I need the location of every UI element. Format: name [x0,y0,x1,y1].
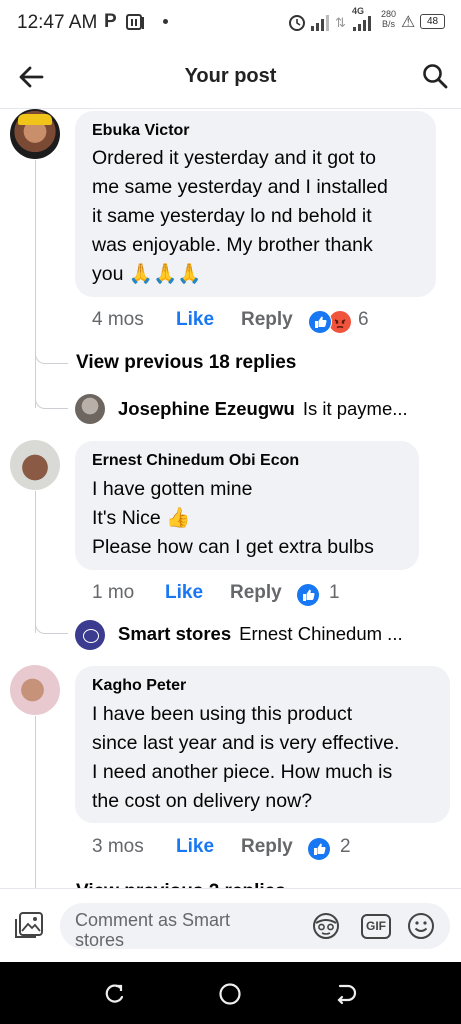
reply-preview[interactable]: Smart stores Ernest Chinedum ... [118,623,403,645]
signal-icon-2 [353,16,371,31]
signal-icon [311,15,329,31]
comment-actions: 4 mos [92,309,144,331]
reply-author: Josephine Ezeugwu [118,398,295,419]
like-button[interactable]: Like [165,582,203,604]
comment-text: I have gotten mine It's Nice 👍 Please ho… [92,475,417,562]
sim-manager-icon [126,14,144,30]
notification-dot [163,19,168,24]
reply-button[interactable]: Reply [241,836,293,858]
like-reaction-icon [308,310,332,334]
network-type: 4G [352,6,365,16]
reply-connector [35,340,68,364]
reply-snippet: Is it payme... [302,398,408,419]
praying-hands-emoji: 🙏🙏🙏 [128,263,202,285]
avatar-kagho-peter[interactable] [10,665,60,715]
back-nav-icon[interactable] [334,982,358,1006]
reply-button[interactable]: Reply [241,309,293,331]
like-reaction-icon [308,838,330,860]
status-bar: 12:47 AM P ⇅ 4G 280 B/s ⚠ 48 [0,0,461,46]
reply-connector [35,380,68,409]
alarm-icon [289,15,305,31]
recent-apps-icon[interactable] [103,982,127,1006]
avatar-ebuka-victor[interactable] [10,109,60,159]
comment-line: you 🙏🙏🙏 [92,263,202,285]
comment-line: it same yesterday lo nd behold it [92,205,372,227]
search-icon[interactable] [422,63,448,89]
comment-line: me same yesterday and I installed [92,176,388,198]
photo-icon[interactable] [14,911,46,941]
avatar-sticker-icon[interactable] [310,911,342,941]
comment-bubble[interactable]: Ernest Chinedum Obi Econ I have gotten m… [75,441,419,570]
comment-line: was enjoyable. My brother thank [92,234,373,256]
comment-placeholder: Comment as Smart stores [75,910,231,948]
comment-input[interactable]: Comment as Smart stores GIF [60,903,450,949]
status-time: 12:47 AM [17,12,98,33]
battery-icon: 48 [420,14,445,29]
reply-preview[interactable]: Josephine Ezeugwu Is it payme... [118,398,408,420]
view-previous-replies-button[interactable]: View previous 2 replies [76,876,286,888]
reaction-count[interactable]: 1 [329,582,340,604]
comment-line: It's Nice 👍 [92,507,191,529]
comment-text: I have been using this product since las… [92,700,447,816]
avatar-smart-stores[interactable] [75,620,105,650]
top-app-bar: Your post [0,46,461,109]
comment-author[interactable]: Ebuka Victor [92,122,190,140]
parking-icon: P [104,11,117,32]
network-speed: 280 B/s [381,9,397,29]
reply-snippet: Ernest Chinedum ... [239,623,403,644]
comment-line: the cost on delivery now? [92,790,313,812]
warning-icon: ⚠ [401,14,416,31]
thread-line [35,716,36,888]
page-title: Your post [184,65,277,87]
reaction-count[interactable]: 6 [358,309,369,331]
comment-line: Ordered it yesterday and it got to [92,147,376,169]
reply-button[interactable]: Reply [230,582,282,604]
view-previous-replies-button[interactable]: View previous 18 replies [76,352,296,374]
like-reaction-icon [297,584,319,606]
reply-author: Smart stores [118,623,232,644]
comment-author[interactable]: Ernest Chinedum Obi Econ [92,452,299,470]
avatar-josephine-ezeugwu[interactable] [75,394,105,424]
smart-stores-logo-icon [83,629,99,643]
comment-time: 4 mos [92,309,144,330]
comment-line: Please how can I get extra bulbs [92,536,374,558]
home-icon[interactable] [218,982,242,1006]
data-arrows-icon: ⇅ [335,15,346,30]
emoji-icon[interactable] [406,911,436,941]
comment-line: I have been using this product [92,703,353,725]
reaction-count[interactable]: 2 [340,836,351,858]
thread-line [35,160,36,408]
gif-button[interactable]: GIF [361,914,391,939]
avatar-ernest-chinedum[interactable] [10,440,60,490]
like-button[interactable]: Like [176,836,214,858]
like-button[interactable]: Like [176,309,214,331]
comment-line: I have gotten mine [92,478,253,500]
comment-line: I need another piece. How much is [92,761,393,783]
comment-bubble[interactable]: Kagho Peter I have been using this produ… [75,666,450,823]
comment-time: 3 mos [92,836,144,857]
comment-composer: Comment as Smart stores GIF [0,888,461,963]
comment-line: since last year and is very effective. [92,732,400,754]
comment-bubble[interactable]: Ebuka Victor Ordered it yesterday and it… [75,111,436,297]
comment-time: 1 mo [92,582,135,603]
thumbs-up-emoji: 👍 [166,507,191,529]
comment-author[interactable]: Kagho Peter [92,677,186,695]
comment-text: Ordered it yesterday and it got to me sa… [92,144,432,289]
system-navigation-bar [0,962,461,1024]
reply-connector [35,600,68,634]
cap-shape [18,114,52,125]
